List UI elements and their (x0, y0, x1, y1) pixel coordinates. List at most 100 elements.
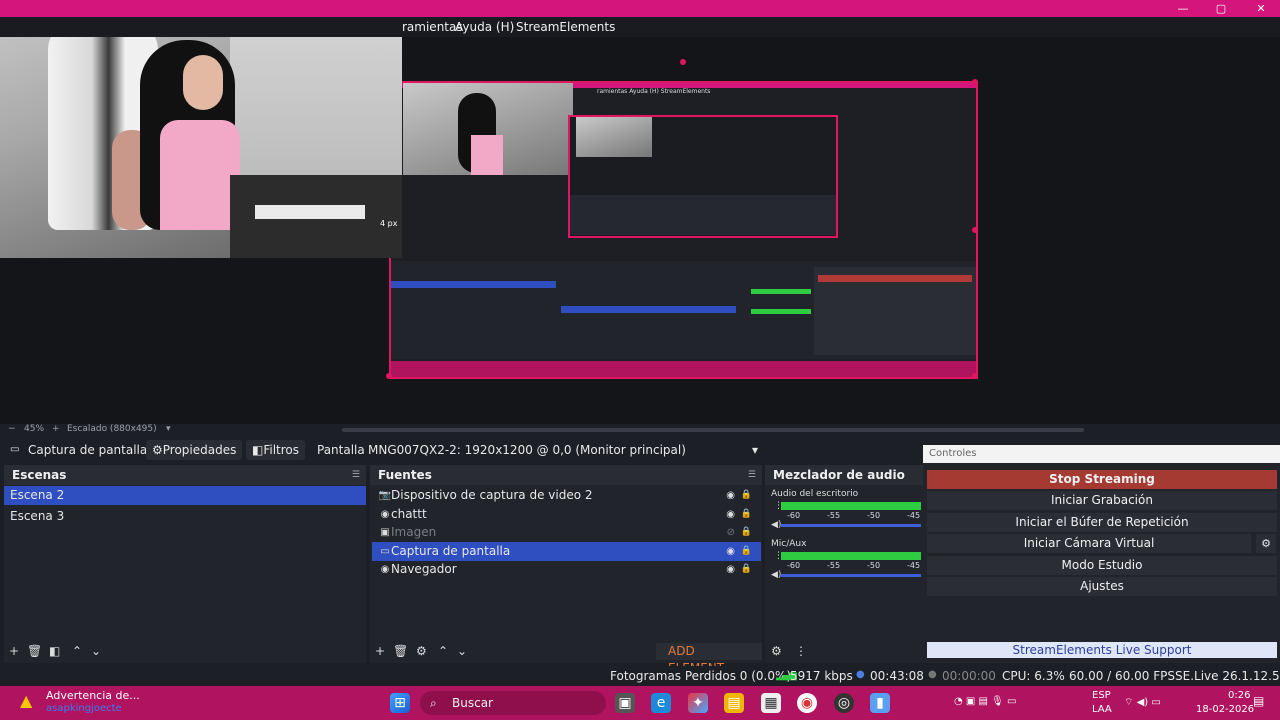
zoom-in-button[interactable]: + (52, 424, 60, 434)
add-scene-button[interactable]: + (9, 644, 19, 658)
obs-icon[interactable]: ◎ (834, 693, 854, 713)
eye-icon[interactable]: ◉ (726, 505, 735, 524)
screen-select[interactable]: MNG007QX2-2: 1920x1200 @ 0,0 (Monitor pr… (364, 440, 762, 460)
live-support-button[interactable]: StreamElements Live Support (927, 642, 1277, 658)
lock-icon[interactable]: 🔒 (741, 523, 752, 542)
clock-time[interactable]: 0:26 (1228, 690, 1250, 701)
resize-handle-tr[interactable] (972, 79, 978, 85)
lock-icon[interactable]: 🔒 (741, 560, 752, 579)
app-icon[interactable]: ▮ (870, 693, 890, 713)
scene-item[interactable]: Escena 3 (4, 507, 366, 526)
source-label: Navegador (391, 562, 457, 577)
menu-streamelements[interactable]: StreamElements (516, 20, 615, 34)
dock-menu-icon[interactable]: ☰ (352, 465, 360, 485)
stream-time: 00:43:08 (870, 669, 924, 683)
meter-tick: -60 (787, 561, 801, 570)
virtual-camera-button[interactable]: Iniciar Cámara Virtual (927, 534, 1251, 553)
dock-menu-icon[interactable]: ☰ (748, 465, 756, 485)
eye-hidden-icon[interactable]: ⊘ (727, 523, 735, 542)
scenes-header: Escenas ☰ (4, 465, 366, 485)
preview-canvas[interactable]: ramientas Ayuda (H) StreamElements 4 px (0, 37, 1280, 424)
move-up-button[interactable]: ⌃ (72, 644, 82, 658)
add-source-button[interactable]: + (375, 644, 385, 658)
volume-fader[interactable] (781, 574, 921, 577)
scale-dropdown-icon[interactable]: ▾ (166, 424, 171, 434)
rotate-handle[interactable] (680, 59, 686, 65)
status-bar: Fotogramas Perdidos 0 (0.0%) ▂▄▆ 5917 kb… (0, 666, 1280, 686)
start-recording-button[interactable]: Iniciar Grabación (927, 491, 1277, 510)
input-region[interactable]: LAA (1092, 704, 1112, 715)
taskbar-search[interactable]: ⌕ Buscar (420, 691, 606, 715)
scale-label: Escalado (880x495) (67, 424, 157, 434)
search-icon: ⌕ (430, 696, 437, 710)
move-up-button[interactable]: ⌃ (438, 644, 448, 658)
speaker-icon[interactable]: ◀) (771, 570, 781, 580)
add-element-button[interactable]: ADD ELEMENT (656, 643, 762, 675)
source-label: Captura de pantalla (391, 543, 511, 558)
source-item[interactable]: ▭ Captura de pantalla ◉ 🔒 (372, 541, 761, 561)
input-language[interactable]: ESP (1092, 690, 1111, 701)
source-item[interactable]: ◉ Navegador ◉ 🔒 (372, 560, 761, 579)
stop-streaming-button[interactable]: Stop Streaming (927, 470, 1277, 489)
virtual-camera-settings-icon[interactable]: ⚙ (1256, 534, 1276, 553)
chevron-down-icon: ▾ (751, 443, 758, 457)
resize-handle-bl[interactable] (386, 373, 392, 379)
source-item[interactable]: 📷 Dispositivo de captura de video 2 ◉ 🔒 (372, 486, 761, 505)
network-icon[interactable]: ⌔ ◀) ▭ (1124, 696, 1161, 709)
lock-icon[interactable]: 🔒 (741, 542, 752, 561)
eye-icon[interactable]: ◉ (726, 486, 735, 505)
filters-button[interactable]: ◧Filtros (246, 440, 306, 460)
nested-menu: ramientas Ayuda (H) StreamElements (597, 88, 711, 95)
maximize-button[interactable]: ▢ (1202, 0, 1240, 17)
menu-tools[interactable]: ramientas (402, 20, 463, 34)
volume-fader[interactable] (781, 524, 921, 527)
move-down-button[interactable]: ⌄ (457, 644, 467, 658)
remove-source-button[interactable]: 🗑 (393, 644, 408, 658)
properties-button[interactable]: ⚙Propiedades (146, 440, 243, 460)
eye-icon[interactable]: ◉ (726, 560, 735, 579)
edge-icon[interactable]: e (651, 693, 671, 713)
source-toolbar: ▭ Captura de pantalla ⚙Propiedades ◧Filt… (0, 438, 925, 462)
settings-button[interactable]: Ajustes (927, 577, 1277, 596)
source-item[interactable]: ▣ Imagen ⊘ 🔒 (372, 523, 761, 542)
notification-icon[interactable]: ▤ (1253, 694, 1264, 708)
minimize-button[interactable]: — (1164, 0, 1202, 17)
close-button[interactable]: ✕ (1242, 0, 1280, 17)
move-down-button[interactable]: ⌄ (91, 644, 101, 658)
preview-scrollbar[interactable] (342, 428, 1084, 432)
mixer-menu-button[interactable]: ⋮ (795, 644, 807, 658)
remove-scene-button[interactable]: 🗑 (27, 644, 42, 658)
source-item[interactable]: ◉ chattt ◉ 🔒 (372, 505, 761, 524)
zoom-out-button[interactable]: − (8, 424, 16, 434)
mixer-channel-name: Mic/Aux (771, 539, 807, 549)
resize-handle-br[interactable] (972, 373, 978, 379)
studio-mode-button[interactable]: Modo Estudio (927, 556, 1277, 575)
webcam-feed (0, 37, 402, 258)
speaker-icon[interactable]: ◀) (771, 520, 781, 530)
resize-handle-r[interactable] (972, 227, 978, 233)
chrome-icon[interactable]: ◉ (797, 693, 817, 713)
lock-icon[interactable]: 🔒 (741, 486, 752, 505)
eye-icon[interactable]: ◉ (726, 542, 735, 561)
mixer-settings-button[interactable]: ⚙ (771, 644, 782, 658)
copilot-icon[interactable]: ✦ (688, 693, 708, 713)
nested-inner-capture (568, 115, 838, 238)
source-properties-button[interactable]: ⚙ (416, 644, 427, 658)
scene-item[interactable]: Escena 2 (4, 486, 366, 505)
title-bar: — ▢ ✕ (0, 0, 1280, 17)
replay-buffer-button[interactable]: Iniciar el Búfer de Repetición (927, 513, 1277, 532)
store-icon[interactable]: ▦ (761, 693, 781, 713)
tray-icons[interactable]: ◔ ▣ ▤ 🎙 ▭ (954, 696, 1016, 707)
menu-help[interactable]: Ayuda (H) (455, 20, 514, 34)
file-explorer-icon[interactable]: ▤ (724, 693, 744, 713)
browser-icon: ◉ (380, 564, 390, 576)
lock-icon[interactable]: 🔒 (741, 505, 752, 524)
scene-filters-button[interactable]: ◧ (49, 644, 60, 658)
warning-icon[interactable]: ▲ (20, 691, 32, 710)
stream-icon: ● (856, 669, 865, 680)
screen-label: Pantalla (317, 443, 365, 457)
controls-dock: Controles Stop Streaming Iniciar Grabaci… (923, 445, 1280, 663)
start-icon[interactable]: ⊞ (390, 693, 410, 713)
clock-date[interactable]: 18-02-2026 (1196, 704, 1254, 715)
task-view-icon[interactable]: ▣ (615, 693, 635, 713)
